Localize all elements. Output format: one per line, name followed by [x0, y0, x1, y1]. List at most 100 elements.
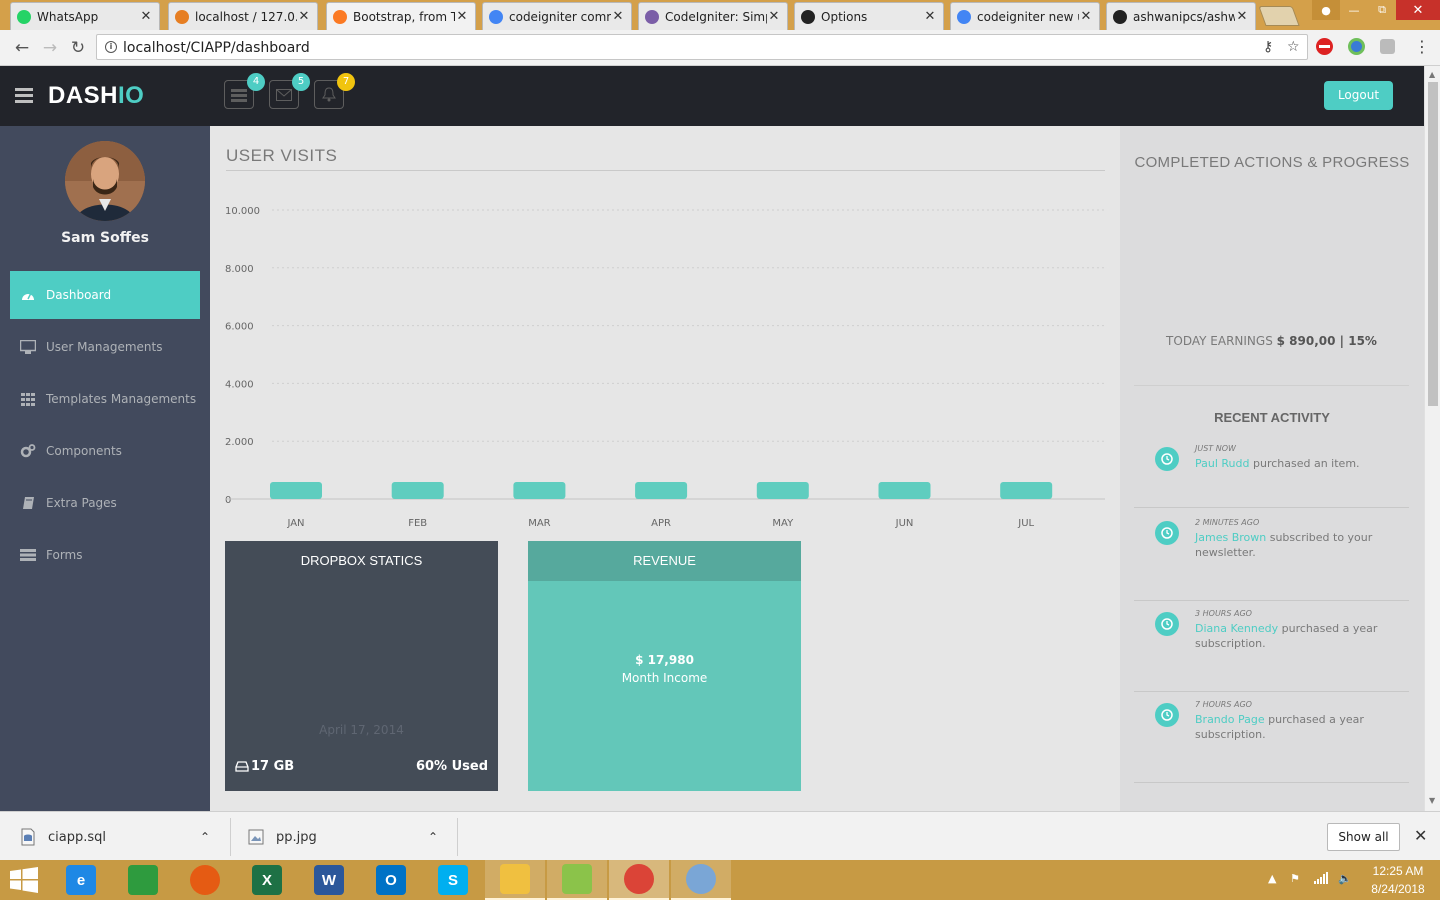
- chevron-up-icon[interactable]: ⌃: [200, 830, 210, 844]
- sidebar-item-forms[interactable]: Forms: [10, 531, 200, 579]
- profile-icon[interactable]: ●: [1312, 0, 1340, 20]
- bookmark-star-icon[interactable]: ☆: [1287, 39, 1300, 55]
- activity-user-link[interactable]: Paul Rudd: [1195, 457, 1250, 470]
- download-item-ciapp[interactable]: ciapp.sql ⌃: [20, 817, 220, 857]
- tab-close-icon[interactable]: ✕: [1235, 9, 1249, 24]
- action-center-flag-icon[interactable]: ⚑: [1290, 872, 1300, 885]
- taskbar-app-outlook[interactable]: O: [361, 860, 421, 900]
- taskbar-app-file-explorer[interactable]: [485, 860, 545, 900]
- sidebar-item-label: User Managements: [46, 340, 163, 354]
- taskbar-app-notepad-plus[interactable]: [547, 860, 607, 900]
- menu-toggle-icon[interactable]: [15, 88, 33, 106]
- taskbar-app-word[interactable]: W: [299, 860, 359, 900]
- tab-close-icon[interactable]: ✕: [297, 9, 311, 24]
- taskbar-app-firefox[interactable]: [175, 860, 235, 900]
- activity-user-link[interactable]: James Brown: [1195, 531, 1266, 544]
- globe-extension-icon[interactable]: [1348, 38, 1365, 55]
- dropbox-title: DROPBOX STATICS: [300, 553, 423, 568]
- clock-icon: [1155, 447, 1179, 471]
- activity-item: JUST NOW Paul Rudd purchased an item.: [1134, 436, 1409, 508]
- activity-user-link[interactable]: Brando Page: [1195, 713, 1265, 726]
- taskbar-time[interactable]: 12:25 AM: [1366, 864, 1430, 878]
- address-bar[interactable]: i localhost/CIAPP/dashboard ⚷ ☆: [96, 34, 1308, 60]
- download-divider: [457, 818, 458, 856]
- tab-close-icon[interactable]: ✕: [923, 9, 937, 24]
- close-download-bar-icon[interactable]: ✕: [1414, 826, 1427, 845]
- browser-tab[interactable]: ashwanipcs/ashwa ✕: [1106, 2, 1256, 30]
- chevron-up-icon[interactable]: ⌃: [428, 830, 438, 844]
- volume-icon[interactable]: 🔈: [1338, 872, 1352, 885]
- tab-close-icon[interactable]: ✕: [139, 9, 153, 24]
- download-item-pp[interactable]: pp.jpg ⌃: [248, 817, 448, 857]
- chart-bar-apr[interactable]: [635, 482, 688, 499]
- github-icon: [1113, 9, 1127, 24]
- browser-tab-label: codeigniter new u: [977, 9, 1079, 24]
- taskbar-app-internet-explorer[interactable]: e: [51, 860, 111, 900]
- logout-button[interactable]: Logout: [1324, 81, 1393, 110]
- sidebar-item-label: Templates Managements: [46, 392, 197, 406]
- chart-bar-jul[interactable]: [1000, 482, 1053, 499]
- browser-menu-icon[interactable]: ⋮: [1414, 38, 1430, 56]
- sidebar-item-extra-pages[interactable]: Extra Pages: [10, 479, 200, 527]
- sidebar-item-user-managements[interactable]: User Managements: [10, 323, 200, 371]
- minimize-button[interactable]: —: [1340, 0, 1368, 20]
- scrollbar-thumb[interactable]: [1428, 82, 1438, 406]
- page-scrollbar[interactable]: ▲ ▼: [1424, 66, 1440, 811]
- activity-user-link[interactable]: Diana Kennedy: [1195, 622, 1278, 635]
- browser-tab[interactable]: CodeIgniter: Simpl ✕: [638, 2, 788, 30]
- phpmyadmin-icon: [175, 9, 189, 24]
- new-tab-button[interactable]: [1258, 6, 1300, 26]
- messages-notification-button[interactable]: 5: [269, 73, 310, 109]
- browser-tab[interactable]: codeigniter comm ✕: [482, 2, 632, 30]
- scroll-down-icon[interactable]: ▼: [1429, 796, 1435, 805]
- download-bar: ciapp.sql ⌃ pp.jpg ⌃ Show all ✕: [0, 811, 1440, 861]
- show-all-downloads-button[interactable]: Show all: [1327, 823, 1400, 851]
- window-close-button[interactable]: ✕: [1396, 0, 1440, 20]
- taskbar-app-store[interactable]: [113, 860, 173, 900]
- windows-start-icon[interactable]: [10, 867, 38, 893]
- word-icon: W: [314, 865, 344, 895]
- chart-bar-jun[interactable]: [878, 482, 931, 499]
- scroll-up-icon[interactable]: ▲: [1429, 70, 1435, 79]
- brand-logo[interactable]: DASHIO: [48, 82, 144, 110]
- sidebar-item-templates-managements[interactable]: Templates Managements: [10, 375, 200, 423]
- chart-bar-mar[interactable]: [513, 482, 566, 499]
- username: Sam Soffes: [61, 230, 149, 246]
- sidebar-item-dashboard[interactable]: Dashboard: [10, 271, 200, 319]
- tasks-badge: 4: [247, 73, 265, 91]
- browser-tab[interactable]: Options ✕: [794, 2, 944, 30]
- forward-button[interactable]: →: [40, 38, 60, 58]
- site-info-icon[interactable]: i: [105, 41, 117, 53]
- back-button[interactable]: ←: [12, 38, 32, 58]
- tab-close-icon[interactable]: ✕: [611, 9, 625, 24]
- key-icon[interactable]: ⚷: [1263, 39, 1273, 55]
- taskbar-app-paint[interactable]: [671, 860, 731, 900]
- alerts-notification-button[interactable]: 7: [314, 73, 355, 109]
- restore-button[interactable]: ⧉: [1368, 0, 1396, 20]
- browser-tab[interactable]: WhatsApp ✕: [10, 2, 160, 30]
- y-tick-label: 6.000: [225, 322, 254, 333]
- taskbar-app-excel[interactable]: X: [237, 860, 297, 900]
- browser-tab[interactable]: Bootstrap, from Tw ✕: [326, 2, 476, 30]
- taskbar-app-skype[interactable]: S: [423, 860, 483, 900]
- show-hidden-icons[interactable]: ▲: [1268, 872, 1276, 885]
- avatar[interactable]: [65, 141, 145, 221]
- browser-tab[interactable]: localhost / 127.0.0 ✕: [168, 2, 318, 30]
- block-extension-icon[interactable]: [1316, 38, 1333, 55]
- tasks-notification-button[interactable]: 4: [224, 73, 265, 109]
- chart-bar-jan[interactable]: [270, 482, 322, 499]
- taskbar-date[interactable]: 8/24/2018: [1366, 882, 1430, 896]
- reload-button[interactable]: ↻: [68, 38, 88, 58]
- network-icon[interactable]: [1314, 872, 1328, 887]
- bag-extension-icon[interactable]: [1380, 39, 1395, 54]
- chart-bar-feb[interactable]: [391, 482, 444, 499]
- sidebar-item-components[interactable]: Components: [10, 427, 200, 475]
- tab-close-icon[interactable]: ✕: [455, 9, 469, 24]
- browser-tab[interactable]: codeigniter new u ✕: [950, 2, 1100, 30]
- taskbar-app-chrome[interactable]: [609, 860, 669, 900]
- firefox-icon: [190, 865, 220, 895]
- tab-close-icon[interactable]: ✕: [767, 9, 781, 24]
- profile-photo: [65, 141, 145, 221]
- chart-bar-may[interactable]: [756, 482, 809, 499]
- tab-close-icon[interactable]: ✕: [1079, 9, 1093, 24]
